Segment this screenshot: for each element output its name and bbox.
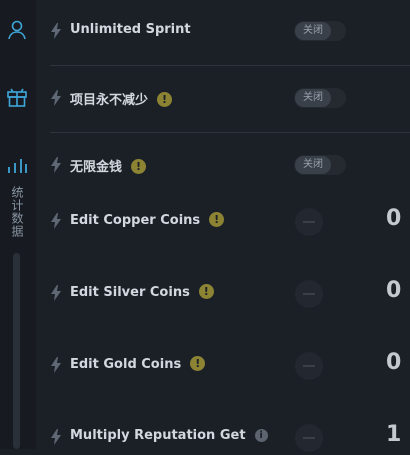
cheat-label-wrap: Edit Gold Coins! — [70, 356, 206, 372]
sidebar: 统计数据 — [0, 0, 36, 449]
decrement-button[interactable] — [295, 280, 323, 308]
lightning-icon — [50, 429, 62, 445]
toggle-state-label: 关闭 — [295, 156, 331, 174]
value-display[interactable]: 0 — [386, 206, 401, 231]
cheat-label: 项目永不减少 — [70, 93, 149, 108]
warning-icon[interactable]: ! — [190, 356, 206, 371]
lightning-icon — [50, 23, 62, 39]
toggle-switch[interactable]: 关闭 — [294, 88, 346, 108]
cheat-label-wrap: Edit Copper Coins! — [70, 212, 225, 228]
lightning-icon — [50, 213, 62, 229]
lightning-icon — [50, 285, 62, 301]
divider — [50, 132, 410, 133]
warning-icon[interactable]: ! — [131, 159, 147, 174]
cheat-label: 无限金钱 — [70, 160, 123, 175]
toggle-state-label: 关闭 — [295, 89, 331, 107]
cheat-row-infinite-money: 无限金钱! 关闭 — [50, 147, 410, 183]
warning-icon[interactable]: ! — [198, 284, 214, 299]
cheat-row-unlimited-sprint: Unlimited Sprint 关闭 — [50, 13, 410, 49]
section-label-statistics[interactable]: 统计数据 — [9, 186, 26, 238]
sidebar-scrollbar[interactable] — [13, 253, 20, 449]
lightning-icon — [50, 90, 62, 106]
warning-icon[interactable]: ! — [157, 92, 173, 107]
cheat-label-wrap: Multiply Reputation Get i — [70, 428, 268, 443]
toggle-switch[interactable]: 关闭 — [294, 155, 346, 175]
lightning-icon — [50, 157, 62, 173]
value-display[interactable]: 0 — [386, 350, 401, 375]
cheat-row-edit-copper-coins: Edit Copper Coins! 0 — [50, 203, 410, 239]
toggle-switch[interactable]: 关闭 — [294, 21, 346, 41]
cheat-label-wrap: 项目永不减少! — [70, 89, 173, 108]
gift-box-icon[interactable] — [6, 86, 28, 108]
divider — [50, 65, 410, 66]
warning-icon[interactable]: ! — [209, 212, 225, 227]
decrement-button[interactable] — [295, 424, 323, 452]
toggle-state-label: 关闭 — [295, 22, 331, 40]
value-display[interactable]: 1 — [386, 422, 401, 447]
cheat-label: Edit Copper Coins — [70, 213, 201, 228]
cheat-label: Edit Silver Coins — [70, 285, 190, 300]
cheat-label: Unlimited Sprint — [70, 22, 191, 37]
cheat-label: Edit Gold Coins — [70, 357, 182, 372]
cheat-row-items-never-decrease: 项目永不减少! 关闭 — [50, 80, 410, 116]
bar-chart-icon[interactable] — [6, 153, 28, 175]
cheat-row-edit-silver-coins: Edit Silver Coins! 0 — [50, 275, 410, 311]
lightning-icon — [50, 357, 62, 373]
cheat-row-edit-gold-coins: Edit Gold Coins! 0 — [50, 347, 410, 383]
cheat-label-wrap: Edit Silver Coins! — [70, 284, 214, 300]
cheat-row-multiply-reputation-get: Multiply Reputation Get i 1 — [50, 419, 410, 455]
user-icon[interactable] — [6, 19, 28, 41]
cheat-label-wrap: 无限金钱! — [70, 156, 147, 175]
cheat-label: Multiply Reputation Get — [70, 428, 246, 443]
value-display[interactable]: 0 — [386, 278, 401, 303]
info-icon[interactable]: i — [254, 429, 268, 442]
decrement-button[interactable] — [295, 352, 323, 380]
decrement-button[interactable] — [295, 208, 323, 236]
